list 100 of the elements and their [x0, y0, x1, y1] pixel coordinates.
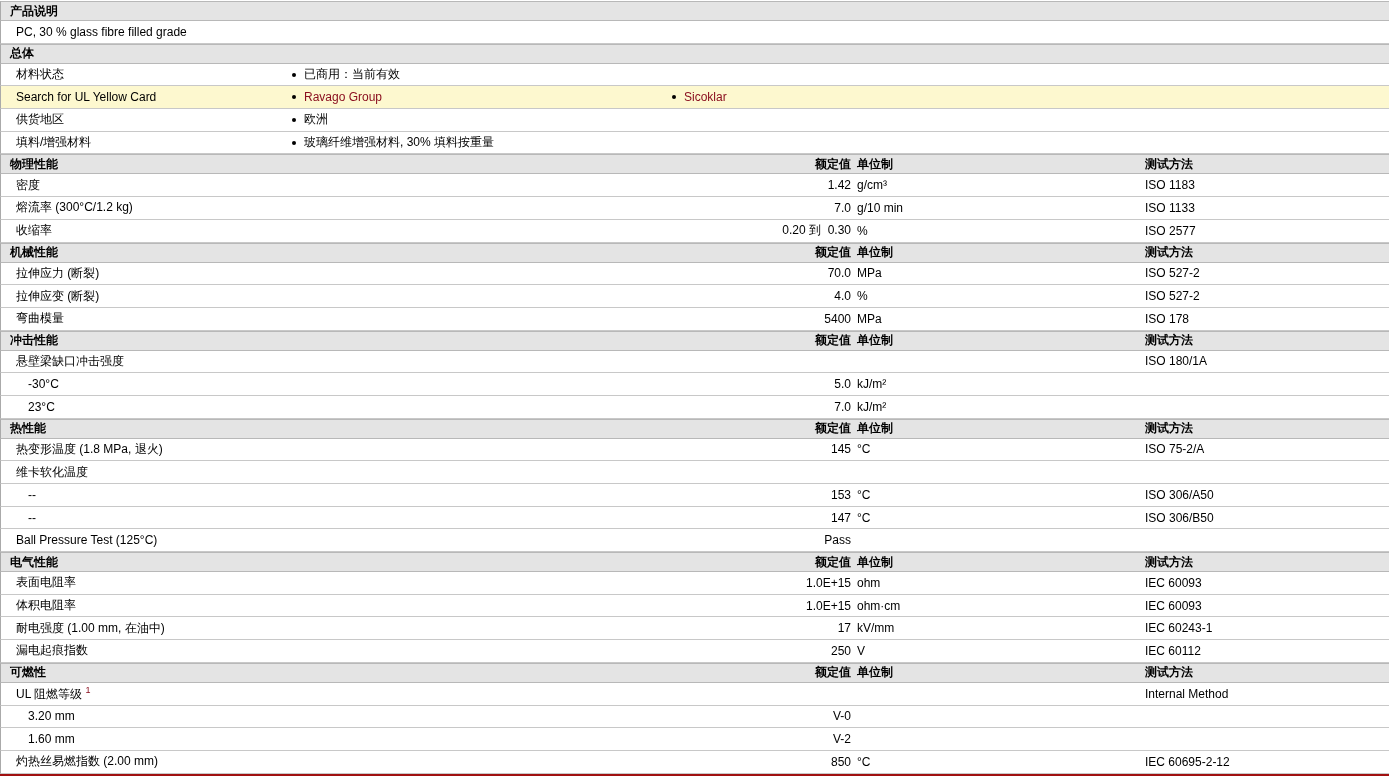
test-method: ISO 306/A50	[1145, 487, 1214, 502]
property-label: 填料/增强材料	[16, 134, 92, 152]
section-title: 冲击性能	[10, 332, 58, 350]
unit-text: ohm·cm	[857, 598, 901, 613]
column-header: 测试方法	[1145, 155, 1193, 173]
unit-text: g/cm³	[857, 178, 887, 193]
unit-text: g/10 min	[857, 200, 904, 215]
property-label: 3.20 mm	[28, 709, 75, 724]
property-value: 1.0E+15	[805, 575, 851, 590]
unit-text: kJ/m²	[857, 399, 887, 414]
property-value: 7.0	[834, 200, 851, 215]
property-value: V-0	[833, 709, 851, 724]
property-value: 147	[830, 510, 851, 525]
column-header: 单位制	[857, 664, 893, 682]
unit-text: MPa	[857, 266, 882, 281]
property-label: 弯曲模量	[16, 310, 64, 328]
property-value: 5.0	[834, 377, 851, 392]
test-method: IEC 60112	[1145, 643, 1201, 658]
property-label: --	[28, 487, 36, 502]
column-header: 额定值	[815, 664, 851, 682]
property-label: 拉伸应变 (断裂)	[16, 287, 100, 305]
property-value: 70.0	[827, 266, 851, 281]
property-label: 收缩率	[16, 222, 52, 240]
column-header: 测试方法	[1145, 420, 1193, 438]
property-label: 熔流率 (300°C/1.2 kg)	[16, 199, 133, 217]
unit-text: °C	[857, 754, 871, 769]
link-text[interactable]: Ravago Group	[304, 90, 383, 105]
property-label: 热变形温度 (1.8 MPa, 退火)	[16, 440, 163, 458]
unit-text: °C	[857, 510, 871, 525]
column-header: 测试方法	[1145, 244, 1193, 261]
link-text[interactable]: Sicoklar	[684, 90, 727, 105]
column-header: 单位制	[857, 155, 893, 173]
section-title: 产品说明	[10, 2, 58, 20]
property-value: 17	[837, 621, 851, 636]
unit-text: V	[857, 643, 865, 658]
property-label: UL 阻燃等级 $^{1}$	[16, 684, 91, 703]
column-header: 测试方法	[1145, 553, 1193, 571]
property-value: V-2	[833, 732, 851, 747]
test-method: ISO 1183	[1145, 178, 1195, 193]
column-header: 测试方法	[1145, 664, 1193, 682]
bullet-icon	[292, 95, 296, 100]
unit-text: kJ/m²	[857, 377, 887, 392]
unit-text: °C	[857, 487, 871, 502]
unit-text: MPa	[857, 311, 882, 326]
property-value: Pass	[824, 533, 851, 548]
unit-text: °C	[857, 442, 871, 457]
property-label: 体积电阻率	[16, 597, 76, 615]
property-label: 表面电阻率	[16, 574, 76, 592]
test-method: ISO 527-2	[1145, 266, 1200, 281]
property-label: 23°C	[28, 399, 55, 414]
property-value: 欧洲	[304, 111, 328, 129]
property-value: 已商用：当前有效	[304, 66, 400, 84]
property-value: 1.42	[827, 178, 851, 193]
property-label: 耐电强度 (1.00 mm, 在油中)	[16, 619, 165, 637]
description-text: PC, 30 % glass fibre filled grade	[16, 24, 187, 39]
column-header: 额定值	[815, 420, 851, 438]
test-method: IEC 60093	[1145, 598, 1202, 613]
column-header: 额定值	[815, 553, 851, 571]
property-label: 供货地区	[16, 111, 64, 129]
property-value: 145	[830, 442, 851, 457]
property-value: 1.0E+15	[805, 598, 851, 613]
section-title: 电气性能	[10, 553, 58, 571]
property-label: 材料状态	[16, 66, 64, 84]
property-value: 153	[830, 487, 851, 502]
property-value: 7.0	[834, 399, 851, 414]
property-label: -30°C	[28, 377, 59, 392]
property-value: 4.0	[834, 289, 851, 304]
bullet-icon	[672, 95, 676, 100]
property-value: 0.20 到 0.30	[782, 222, 851, 240]
section-title: 物理性能	[10, 155, 58, 173]
property-label: 1.60 mm	[28, 732, 75, 747]
column-header: 单位制	[857, 420, 893, 438]
column-header: 单位制	[857, 332, 893, 350]
section-title: 总体	[10, 45, 34, 63]
unit-text: kV/mm	[857, 621, 895, 636]
column-header: 单位制	[857, 553, 893, 571]
test-method: ISO 75-2/A	[1145, 442, 1205, 457]
unit-text: %	[857, 289, 868, 304]
property-value: 玻璃纤维增强材料, 30% 填料按重量	[304, 134, 495, 152]
column-header: 额定值	[815, 155, 851, 173]
test-method: IEC 60093	[1145, 575, 1202, 590]
section-title: 机械性能	[10, 244, 58, 261]
test-method: ISO 178	[1145, 311, 1190, 326]
test-method: ISO 306/B50	[1145, 510, 1214, 525]
section-title: 可燃性	[10, 664, 46, 682]
property-label: Search for UL Yellow Card	[16, 90, 157, 105]
property-value: 250	[830, 643, 851, 658]
property-value: 5400	[824, 311, 851, 326]
property-value: 850	[830, 754, 851, 769]
unit-text: %	[857, 223, 868, 238]
column-header: 额定值	[815, 332, 851, 350]
test-method: IEC 60243-1	[1145, 621, 1213, 636]
bullet-icon	[292, 117, 296, 122]
test-method: ISO 1133	[1145, 200, 1195, 215]
test-method: ISO 180/1A	[1145, 354, 1208, 369]
section-title: 热性能	[10, 420, 46, 438]
column-header: 测试方法	[1145, 332, 1193, 350]
property-label: 灼热丝易燃指数 (2.00 mm)	[16, 753, 158, 771]
property-label: --	[28, 510, 36, 525]
test-method: ISO 2577	[1145, 223, 1196, 238]
